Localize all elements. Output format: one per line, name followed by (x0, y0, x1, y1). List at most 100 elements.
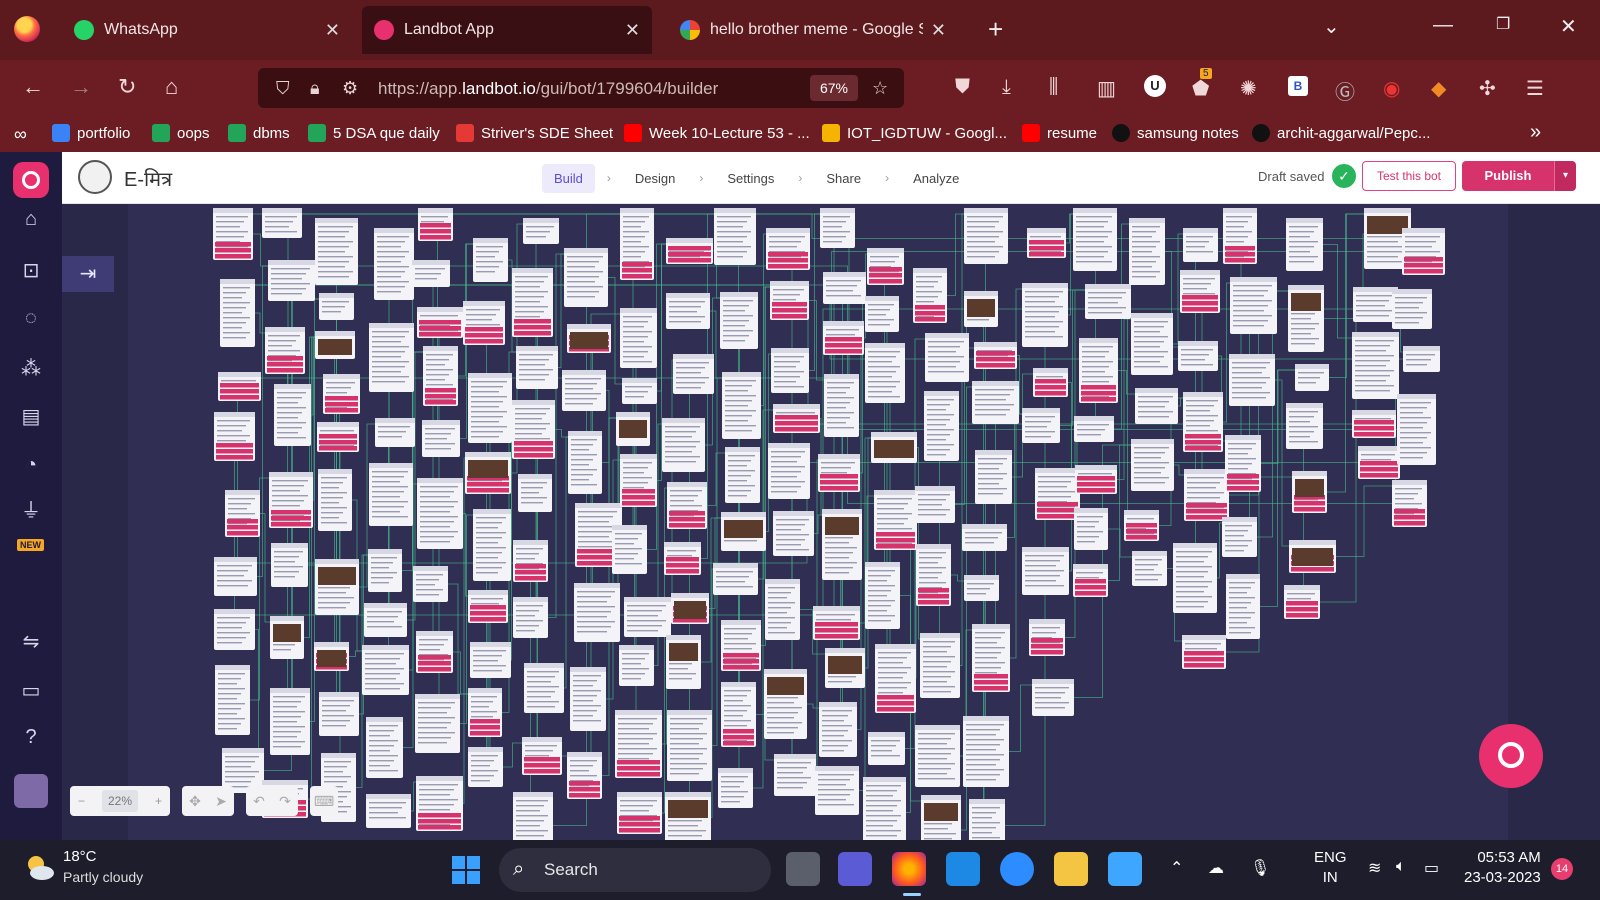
flow-node[interactable] (422, 420, 460, 457)
flow-node[interactable] (969, 799, 1005, 840)
flow-node[interactable] (369, 463, 413, 526)
flow-node[interactable] (1027, 228, 1066, 258)
flow-node[interactable] (1225, 435, 1261, 492)
flow-node[interactable] (270, 616, 304, 659)
flow-node[interactable] (1353, 287, 1398, 322)
flow-node[interactable] (570, 667, 606, 731)
flow-node[interactable] (1295, 364, 1329, 391)
flow-node[interactable] (268, 260, 315, 301)
flow-node[interactable] (1352, 410, 1396, 438)
flow-node[interactable] (1132, 551, 1167, 586)
grammarly-icon[interactable]: Ⓖ (1335, 76, 1355, 105)
onedrive-cloud-icon[interactable]: ☁ (1208, 858, 1224, 878)
restore-icon[interactable]: ❐ (1496, 14, 1510, 34)
flow-node[interactable] (564, 248, 608, 307)
url-text[interactable]: https://app.landbot.io/gui/bot/1799604/b… (378, 79, 718, 99)
flow-node[interactable] (1022, 408, 1060, 443)
flow-node[interactable] (617, 792, 662, 834)
step-analyze[interactable]: Analyze (901, 164, 971, 193)
pointer-icon[interactable]: ➤ (215, 793, 227, 810)
permissions-icon[interactable]: ⚙︎ (342, 78, 358, 99)
flow-node[interactable] (262, 208, 302, 238)
flow-node[interactable] (962, 524, 1007, 551)
flow-node[interactable] (516, 346, 558, 389)
flow-node[interactable] (323, 374, 360, 414)
flow-node[interactable] (512, 268, 553, 337)
flow-node[interactable] (774, 754, 816, 796)
flow-node[interactable] (524, 663, 564, 713)
flow-node[interactable] (513, 597, 548, 638)
redo-icon[interactable]: ↷ (279, 793, 291, 810)
flow-node[interactable] (662, 418, 705, 472)
system-clock[interactable]: 05:53 AM 23-03-2023 (1464, 848, 1541, 888)
flow-node[interactable] (374, 228, 414, 300)
flow-node[interactable] (1124, 510, 1159, 541)
window-close-icon[interactable]: ✕ (1560, 14, 1577, 39)
flow-node[interactable] (1286, 218, 1323, 271)
b-extension-icon[interactable]: B (1288, 76, 1308, 96)
cookie-icon[interactable]: ✺ (1240, 76, 1257, 101)
language-indicator[interactable]: ENG IN (1314, 848, 1347, 888)
flow-node[interactable] (1392, 289, 1432, 329)
battery-icon[interactable]: ▭ (1424, 858, 1439, 878)
flow-node[interactable] (218, 372, 261, 401)
flow-node[interactable] (725, 447, 760, 503)
flow-node[interactable] (915, 486, 955, 523)
partly-cloudy-icon[interactable] (22, 852, 56, 882)
lock-icon[interactable]: 🔒︎ (310, 78, 320, 99)
help-icon[interactable]: ? (18, 726, 44, 749)
flow-node[interactable] (562, 370, 606, 411)
flow-node[interactable] (818, 454, 860, 492)
flow-node[interactable] (921, 795, 961, 840)
tab-google[interactable]: hello brother meme - Google Sear ✕ (668, 6, 958, 54)
flow-node[interactable] (1079, 338, 1118, 403)
flow-node[interactable] (673, 354, 714, 394)
flow-node[interactable] (1131, 439, 1174, 491)
flow-node[interactable] (271, 543, 308, 587)
flow-node[interactable] (1035, 468, 1080, 520)
flow-node[interactable] (620, 454, 657, 507)
infinity-icon[interactable]: ∞ (14, 124, 27, 145)
flow-node[interactable] (265, 327, 305, 374)
forward-arrow-icon[interactable]: → (70, 74, 92, 100)
flow-node[interactable] (1073, 208, 1117, 271)
flow-node[interactable] (765, 579, 800, 640)
flow-node[interactable] (473, 238, 508, 282)
close-icon[interactable]: ✕ (931, 20, 946, 41)
flow-node[interactable] (468, 747, 503, 787)
flow-node[interactable] (568, 431, 602, 494)
flow-node[interactable] (865, 296, 899, 332)
page-zoom-badge[interactable]: 67% (810, 75, 858, 101)
more-bookmarks-icon[interactable]: » (1530, 121, 1541, 144)
publish-dropdown-chevron-icon[interactable]: ▾ (1554, 161, 1576, 191)
step-build[interactable]: Build (542, 163, 595, 193)
shield-icon[interactable]: ⛉ (276, 78, 290, 99)
flow-node[interactable] (664, 542, 701, 575)
analytics-pie-icon[interactable]: ◔ (18, 454, 44, 477)
flow-node[interactable] (1033, 368, 1068, 397)
zoom-out-icon[interactable]: − (78, 794, 85, 808)
flow-node[interactable] (512, 400, 555, 459)
flow-node[interactable] (1085, 284, 1131, 319)
flow-node[interactable] (315, 218, 358, 285)
extensions-puzzle-icon[interactable]: ✣ (1479, 76, 1496, 101)
flow-node[interactable] (1074, 508, 1108, 550)
flow-builder-canvas[interactable]: ⇥ − 22% + ✥ ➤ ↶ ↷ ⌨ (62, 204, 1600, 840)
flow-node[interactable] (823, 321, 864, 355)
flow-node[interactable] (964, 575, 999, 601)
flow-node[interactable] (813, 606, 860, 640)
flow-node[interactable] (721, 620, 761, 671)
bookmark-archit[interactable]: archit-aggarwal/Pepc... (1252, 124, 1430, 142)
windows-start-icon[interactable] (452, 856, 480, 884)
flow-node[interactable] (1022, 283, 1068, 347)
flow-node[interactable] (274, 384, 311, 446)
flow-node[interactable] (620, 208, 654, 280)
bookmark-resume[interactable]: resume (1022, 124, 1097, 142)
flow-node[interactable] (366, 794, 411, 828)
bookmark-lecture[interactable]: Week 10-Lecture 53 - ... (624, 124, 810, 142)
step-share[interactable]: Share (814, 164, 873, 193)
flow-node[interactable] (771, 348, 809, 393)
bookmark-star-icon[interactable]: ☆ (872, 78, 888, 99)
flow-node[interactable] (722, 372, 761, 439)
photos-icon[interactable] (1108, 852, 1142, 886)
